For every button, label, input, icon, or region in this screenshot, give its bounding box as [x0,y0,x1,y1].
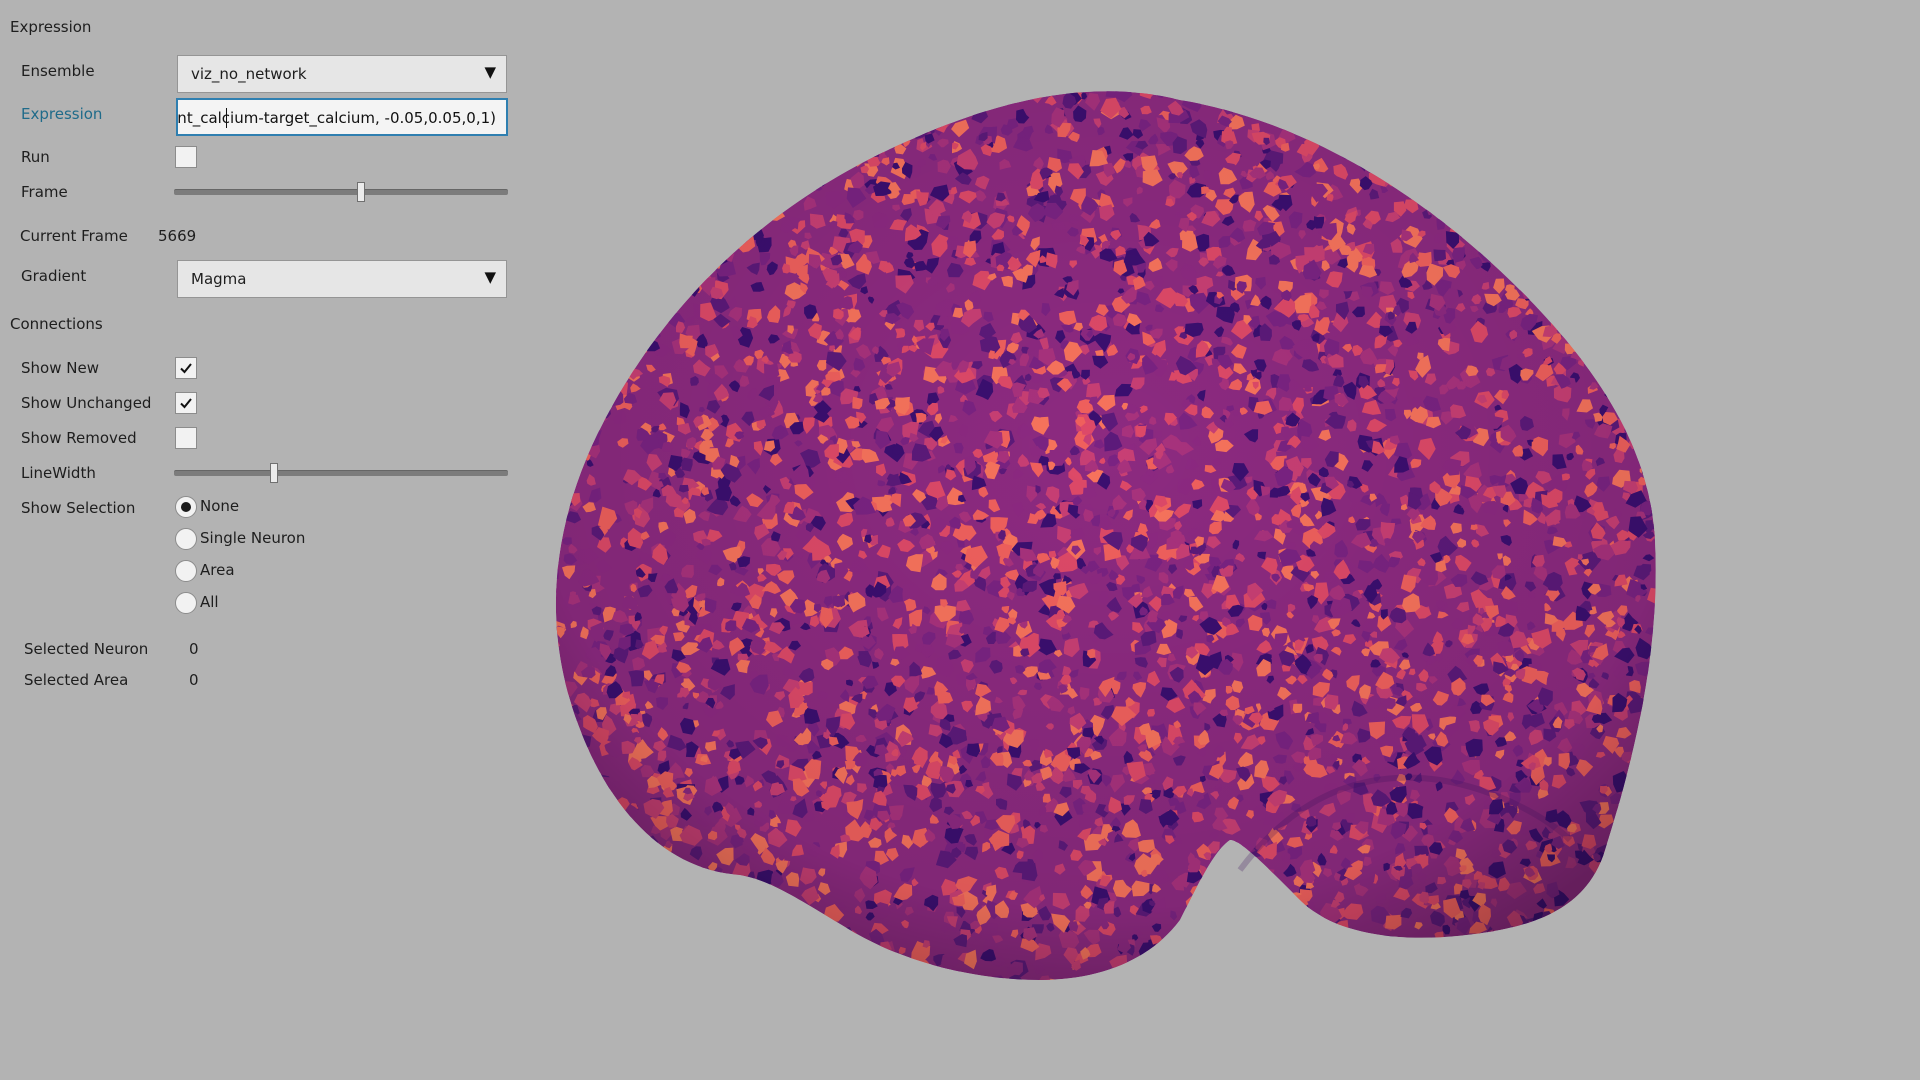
radio-area-label: Area [200,561,235,579]
triangle-down-icon: ▼ [484,268,496,286]
linewidth-label: LineWidth [21,464,96,482]
radio-all-label: All [200,593,219,611]
current-frame-value: 5669 [158,227,197,245]
run-label: Run [21,148,50,166]
connections-section-title: Connections [10,315,103,333]
show-unchanged-checkbox[interactable] [175,392,197,414]
text-caret [226,108,227,128]
triangle-down-icon: ▼ [484,63,496,81]
show-new-label: Show New [21,359,99,377]
radio-all[interactable] [175,592,197,614]
radio-none-label: None [200,497,240,515]
ensemble-dropdown[interactable]: viz_no_network ▼ [177,55,507,93]
selected-neuron-value: 0 [189,640,199,658]
gradient-dropdown-value: Magma [191,270,247,288]
run-checkbox[interactable] [175,146,197,168]
expression-section-title: Expression [10,18,92,36]
ensemble-label: Ensemble [21,62,95,80]
expression-label: Expression [21,105,103,123]
linewidth-slider-thumb[interactable] [270,463,279,483]
selected-neuron-label: Selected Neuron [24,640,149,658]
show-unchanged-label: Show Unchanged [21,394,152,412]
show-removed-label: Show Removed [21,429,137,447]
frame-slider[interactable] [174,182,508,202]
radio-single-neuron[interactable] [175,528,197,550]
frame-slider-thumb[interactable] [357,182,366,202]
radio-none[interactable] [175,496,197,518]
linewidth-slider[interactable] [174,463,508,483]
brain-3d-viewport[interactable] [540,80,1780,1000]
radio-selected-dot [181,502,191,512]
gradient-label: Gradient [21,267,87,285]
brain-mesh [555,91,1656,981]
checkmark-icon [180,363,192,374]
radio-area[interactable] [175,560,197,582]
show-removed-checkbox[interactable] [175,427,197,449]
radio-single-neuron-label: Single Neuron [200,529,306,547]
current-frame-label: Current Frame [20,227,128,245]
show-selection-label: Show Selection [21,499,136,517]
selected-area-label: Selected Area [24,671,129,689]
show-new-checkbox[interactable] [175,357,197,379]
ensemble-dropdown-value: viz_no_network [191,65,307,83]
gradient-dropdown[interactable]: Magma ▼ [177,260,507,298]
expression-input-value: :urrent_calcium-target_calcium, -0.05,0.… [176,109,496,127]
app-window: Expression Ensemble viz_no_network ▼ Exp… [0,0,1920,1080]
checkmark-icon [180,398,192,409]
selected-area-value: 0 [189,671,199,689]
frame-label: Frame [21,183,68,201]
expression-input[interactable]: :urrent_calcium-target_calcium, -0.05,0.… [176,98,508,136]
